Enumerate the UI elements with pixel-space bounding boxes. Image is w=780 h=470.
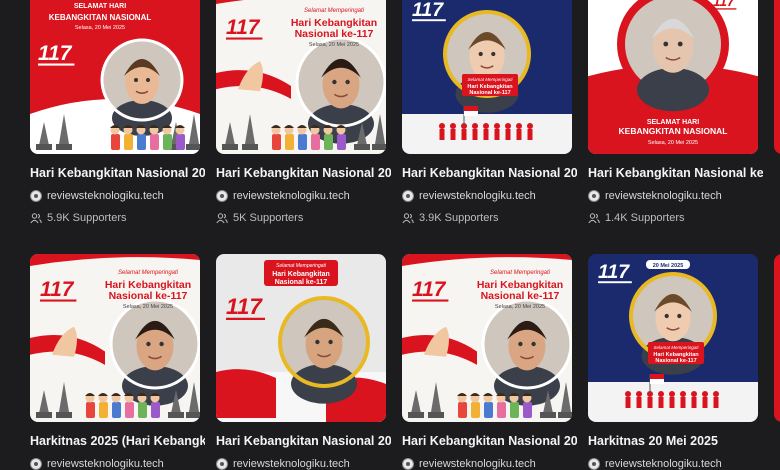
campaign-title[interactable]: Hari Kebangkitan Nasional ke-	[588, 166, 763, 180]
greeting-text: Selamat Memperingati	[467, 77, 513, 82]
supporters-text: 5.9K Supporters	[47, 212, 127, 224]
twibbon-thumbnail[interactable]: Selamat Memperingati Hari Kebangkitan Nasi…	[216, 254, 386, 422]
campaign-title[interactable]: Harkitnas 20 Mei 2025	[588, 434, 763, 448]
author-name: reviewsteknologiku.tech	[605, 458, 722, 470]
author-avatar	[30, 190, 42, 202]
greeting-text: Selamat Memperingati	[118, 270, 179, 276]
supporters-icon	[588, 212, 600, 223]
logo-number: 117	[412, 278, 447, 301]
anniversary-logo: 117	[226, 16, 263, 40]
supporters-count: 5K Supporters	[216, 212, 303, 224]
author-name: reviewsteknologiku.tech	[233, 458, 350, 470]
date-text: Selasa, 20 Mei 2025	[648, 140, 698, 146]
logo-number: 117	[38, 42, 73, 65]
author-avatar	[588, 458, 600, 470]
author-name: reviewsteknologiku.tech	[47, 458, 164, 470]
author-link[interactable]: reviewsteknologiku.tech	[216, 458, 350, 470]
author-link[interactable]: reviewsteknologiku.tech	[588, 458, 722, 470]
author-link[interactable]: reviewsteknologiku.tech	[402, 458, 536, 470]
campaign-grid: SELAMAT HARI KEBANGKITAN NASIONAL Selasa, …	[0, 0, 780, 470]
logo-number: 117	[226, 294, 263, 319]
twibbon-thumbnail[interactable]: 117 Selamat Memperingati Hari Kebangkitan N…	[588, 254, 758, 422]
supporters-count: 3.9K Supporters	[402, 212, 499, 224]
supporters-icon	[216, 212, 228, 223]
next-card-peek[interactable]	[774, 0, 780, 154]
portrait-photo	[102, 40, 182, 136]
anniversary-logo: 117	[412, 0, 446, 22]
headline-text-2: Nasional ke-117	[295, 28, 374, 40]
campaign-title[interactable]: Hari Kebangkitan Nasional 2025	[402, 434, 577, 448]
campaign-title[interactable]: Hari Kebangkitan Nasional 20	[216, 166, 391, 180]
supporters-count: 5.9K Supporters	[30, 212, 127, 224]
author-avatar	[402, 190, 414, 202]
portrait-photo	[111, 300, 199, 406]
author-link[interactable]: reviewsteknologiku.tech	[30, 458, 164, 470]
supporters-text: 5K Supporters	[233, 212, 304, 224]
headline-text: KEBANGKITAN NASIONAL	[49, 13, 152, 22]
twibbon-thumbnail[interactable]: 117 Selamat Memperingati Hari Kebangkitan N…	[402, 0, 572, 154]
supporters-icon	[30, 212, 42, 223]
author-avatar	[216, 190, 228, 202]
greeting-text: SELAMAT HARI	[647, 119, 699, 126]
twibbon-thumbnail[interactable]: Selamat Memperingati Hari Kebangkitan Nasi…	[402, 254, 572, 422]
author-link[interactable]: reviewsteknologiku.tech	[30, 190, 164, 202]
logo-number: 117	[713, 0, 736, 9]
supporters-icon	[402, 212, 414, 223]
date-text: Selasa, 20 Mei 2025	[309, 42, 359, 48]
date-text: Selasa, 20 Mei 2025	[495, 304, 545, 310]
headline-text-2: Nasional ke-117	[655, 358, 696, 364]
author-link[interactable]: reviewsteknologiku.tech	[588, 190, 722, 202]
anniversary-logo: 117	[713, 0, 737, 10]
greeting-text: Selamat Memperingati	[490, 270, 551, 276]
author-avatar	[216, 458, 228, 470]
headline-text-2: Nasional ke-117	[275, 279, 328, 286]
anniversary-logo: 117	[40, 278, 77, 302]
headline-text-2: Nasional ke-117	[109, 290, 188, 302]
portrait-photo	[625, 0, 721, 112]
twibbon-thumbnail[interactable]: 117 SELAMAT HARI KEBANGKITAN NASIONAL Selas…	[588, 0, 758, 154]
portrait-photo	[483, 300, 571, 406]
author-avatar	[588, 190, 600, 202]
greeting-text: SELAMAT HARI	[74, 3, 126, 10]
headline-text-2: Nasional ke-117	[481, 290, 560, 302]
greeting-text: Selamat Memperingati	[276, 263, 327, 269]
anniversary-logo: 117	[598, 261, 632, 284]
campaign-title[interactable]: Hari Kebangkitan Nasional 2025	[216, 434, 391, 448]
author-name: reviewsteknologiku.tech	[419, 190, 536, 202]
supporters-text: 3.9K Supporters	[419, 212, 499, 224]
date-text: Selasa, 20 Mei 2025	[75, 25, 125, 31]
date-text: 20 Mei 2025	[653, 263, 684, 269]
date-text: Selasa, 20 Mei 2025	[123, 304, 173, 310]
author-link[interactable]: reviewsteknologiku.tech	[402, 190, 536, 202]
campaign-title[interactable]: Harkitnas 2025 (Hari Kebangkit	[30, 434, 205, 448]
logo-number: 117	[412, 0, 444, 21]
author-name: reviewsteknologiku.tech	[47, 190, 164, 202]
twibbon-thumbnail[interactable]: Selamat Memperingati Hari Kebangkitan Nasi…	[216, 0, 386, 154]
supporters-text: 1.4K Supporters	[605, 212, 685, 224]
campaign-title[interactable]: Hari Kebangkitan Nasional 2025	[402, 166, 577, 180]
author-avatar	[30, 458, 42, 470]
anniversary-logo: 117	[226, 294, 265, 320]
author-name: reviewsteknologiku.tech	[419, 458, 536, 470]
twibbon-thumbnail[interactable]: SELAMAT HARI KEBANGKITAN NASIONAL Selasa, …	[30, 0, 200, 154]
anniversary-logo: 117	[412, 278, 449, 302]
author-avatar	[402, 458, 414, 470]
author-link[interactable]: reviewsteknologiku.tech	[216, 190, 350, 202]
author-name: reviewsteknologiku.tech	[605, 190, 722, 202]
logo-number: 117	[40, 278, 75, 301]
supporters-count: 1.4K Supporters	[588, 212, 685, 224]
greeting-text: Selamat Memperingati	[653, 345, 699, 350]
headline-text-2: Nasional ke-117	[469, 90, 510, 96]
greeting-text: Selamat Memperingati	[304, 8, 365, 14]
campaign-title[interactable]: Hari Kebangkitan Nasional 2025	[30, 166, 205, 180]
logo-number: 117	[226, 16, 261, 39]
anniversary-logo: 117	[38, 42, 75, 66]
twibbon-thumbnail[interactable]: Selamat Memperingati Hari Kebangkitan Nasi…	[30, 254, 200, 422]
next-card-peek[interactable]	[774, 254, 780, 422]
author-name: reviewsteknologiku.tech	[233, 190, 350, 202]
logo-number: 117	[598, 261, 630, 283]
headline-text: Hari Kebangkitan	[272, 271, 330, 278]
headline-text: KEBANGKITAN NASIONAL	[619, 126, 728, 136]
